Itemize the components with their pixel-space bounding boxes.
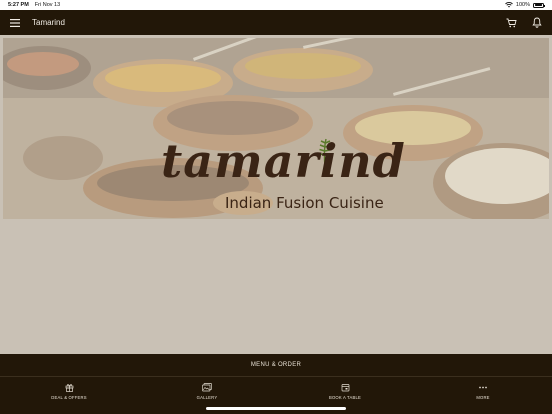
tab-label: MORE bbox=[476, 395, 490, 400]
tab-label: BOOK A TABLE bbox=[328, 395, 362, 400]
top-navbar: Tamarind bbox=[0, 10, 552, 35]
tab-label: DEAL & OFFERS bbox=[51, 395, 87, 400]
hero-banner: tamarind Indian Fusion Cuisine bbox=[3, 38, 549, 219]
more-dots-icon bbox=[479, 386, 487, 389]
wifi-icon bbox=[505, 2, 513, 8]
image-overlay bbox=[3, 38, 549, 219]
calendar-icon bbox=[341, 384, 349, 392]
battery-percent: 100% bbox=[515, 2, 530, 8]
cart-icon[interactable] bbox=[504, 16, 518, 30]
gallery-icon bbox=[202, 383, 212, 392]
home-indicator bbox=[206, 407, 346, 410]
status-time: 5:27 PM bbox=[8, 2, 29, 8]
page-title: Tamarind bbox=[32, 18, 65, 27]
menu-order-button[interactable]: MENU & ORDER bbox=[0, 354, 552, 377]
battery-icon bbox=[533, 2, 545, 8]
navbar-actions bbox=[504, 16, 544, 30]
tab-deal-offers[interactable]: DEAL & OFFERS bbox=[0, 377, 138, 414]
brand-logo-text: tamarind bbox=[161, 134, 406, 188]
status-bar: 5:27 PM Fri Nov 13 100% bbox=[0, 0, 552, 10]
tab-more[interactable]: MORE bbox=[414, 377, 552, 414]
tab-label: GALLERY bbox=[196, 395, 218, 400]
brand-tagline: Indian Fusion Cuisine bbox=[225, 194, 384, 212]
hamburger-menu-icon[interactable] bbox=[8, 16, 22, 30]
gift-icon bbox=[65, 384, 73, 392]
bell-icon[interactable] bbox=[530, 16, 544, 30]
status-right: 100% bbox=[505, 2, 545, 8]
status-date: Fri Nov 13 bbox=[34, 2, 61, 8]
menu-order-label: MENU & ORDER bbox=[250, 362, 302, 368]
